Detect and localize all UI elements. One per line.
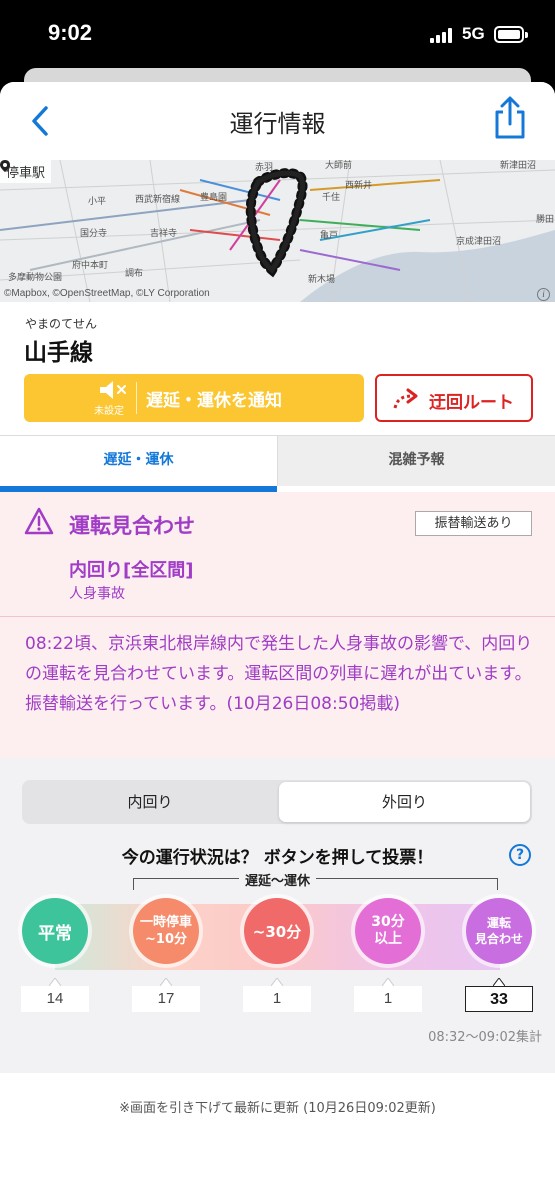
nav-bar: 運行情報 xyxy=(0,82,555,160)
tab-delay[interactable]: 遅延・運休 xyxy=(0,436,277,486)
transfer-badge: 振替輸送あり xyxy=(415,511,532,536)
vote-button-normal[interactable]: 平常 xyxy=(22,898,88,964)
line-header: やまのてせん 山手線 未設定 遅延・運休を通知 迂回ルート xyxy=(0,302,555,435)
map-place-label: 勝田 xyxy=(536,213,554,225)
vote-label: 運転 xyxy=(486,916,511,930)
alert-section: 内回り[全区間] xyxy=(69,560,194,581)
speaker-muted-icon xyxy=(100,381,126,399)
vote-button-temp-stop[interactable]: 一時停車 ~10分 xyxy=(133,898,199,964)
battery-icon xyxy=(494,26,528,43)
segment-inner-loop[interactable]: 内回り xyxy=(24,782,276,822)
tab-congestion[interactable]: 混雑予報 xyxy=(277,436,555,486)
caret-icon xyxy=(493,978,505,986)
notify-button[interactable]: 未設定 遅延・運休を通知 xyxy=(24,374,364,422)
page-title: 運行情報 xyxy=(229,110,326,138)
line-name: 山手線 xyxy=(24,340,93,366)
detour-route-button[interactable]: 迂回ルート xyxy=(375,374,533,422)
segment-outer-loop[interactable]: 外回り xyxy=(279,782,530,822)
footer: ※画面を引き下げて最新に更新 (10月26日09:02更新) xyxy=(0,1073,555,1200)
alert-cause: 人身事故 xyxy=(69,586,125,602)
alert-title: 運転見合わせ xyxy=(69,514,195,538)
detour-label: 迂回ルート xyxy=(429,393,514,413)
map-attribution: ©Mapbox, ©OpenStreetMap, ©LY Corporation xyxy=(4,288,210,299)
station-filter-text: 停車駅 xyxy=(6,166,46,181)
map-place-label: 府中本町 xyxy=(72,259,108,271)
divider xyxy=(0,616,555,617)
modal-sheet: 運行情報 赤羽 大師前 西新井 小平 西武新宿線 豊島園 千住 国分寺 吉祥寺 … xyxy=(0,82,555,1200)
vote-label: 一時停車 xyxy=(139,915,192,930)
range-label: 遅延〜運休 xyxy=(0,870,555,889)
caret-icon xyxy=(271,978,283,986)
vote-question: 今の運行状況は？ ボタンを押して投票！ xyxy=(121,848,434,868)
station-filter-label[interactable]: 停車駅 xyxy=(0,160,52,183)
map-place-label: 京成津田沼 xyxy=(456,235,501,247)
alert-body: 08:22頃、京浜東北根岸線内で発生した人身事故の影響で、内回りの運転を見合わせ… xyxy=(25,634,533,714)
map-place-label: 吉祥寺 xyxy=(150,227,177,239)
detour-arrow-icon xyxy=(393,388,418,409)
notify-status: 未設定 xyxy=(94,406,124,417)
map-place-label: 国分寺 xyxy=(80,228,107,239)
caret-icon xyxy=(382,978,394,986)
vote-button-30min[interactable]: ~30分 xyxy=(244,898,310,964)
vote-sublabel: 以上 xyxy=(373,931,402,947)
line-furigana: やまのてせん xyxy=(25,317,98,331)
location-pin-icon xyxy=(0,160,10,172)
signal-icon xyxy=(430,27,456,43)
vote-label: 平常 xyxy=(38,923,72,944)
vote-button-over-30min[interactable]: 30分 以上 xyxy=(355,898,421,964)
map-place-label: 小平 xyxy=(88,196,106,207)
map-place-label: 赤羽 xyxy=(255,162,273,173)
network-type: 5G xyxy=(462,24,485,43)
map-place-label: 新木場 xyxy=(308,273,335,285)
vote-count: 17 xyxy=(132,986,200,1012)
caret-icon xyxy=(160,978,172,986)
map-place-label: 西新井 xyxy=(345,179,372,191)
service-alert: 運転見合わせ 振替輸送あり 内回り[全区間] 人身事故 08:22頃、京浜東北根… xyxy=(0,492,555,758)
vote-button-suspended[interactable]: 運転 見合わせ xyxy=(466,898,532,964)
aggregation-period: 08:32〜09:02集計 xyxy=(428,1030,542,1045)
map-place-label: 西武新宿線 xyxy=(135,193,180,205)
vote-count: 1 xyxy=(354,986,422,1012)
map-place-label: 多摩動物公園 xyxy=(8,271,62,283)
map-place-label: 大師前 xyxy=(325,160,352,171)
map-place-label: 調布 xyxy=(125,267,143,279)
caret-icon xyxy=(49,978,61,986)
tab-bar: 遅延・運休 混雑予報 xyxy=(0,435,555,492)
map-place-label: 新津田沼 xyxy=(500,160,536,171)
map-place-label: 亀戸 xyxy=(320,229,338,241)
vote-count: 14 xyxy=(21,986,89,1012)
vote-label: 30分 xyxy=(371,914,405,930)
vote-label: ~30分 xyxy=(252,922,302,941)
refresh-note: ※画面を引き下げて最新に更新 (10月26日09:02更新) xyxy=(119,1101,436,1116)
notify-label: 遅延・運休を通知 xyxy=(146,391,282,411)
vote-sublabel: ~10分 xyxy=(145,932,187,947)
status-time: 9:02 xyxy=(48,20,93,45)
info-icon[interactable]: i xyxy=(537,288,550,301)
warning-icon xyxy=(24,507,54,535)
map-place-label: 豊島園 xyxy=(200,191,227,203)
vote-count: 33 xyxy=(465,986,533,1012)
vote-section: 内回り 外回り 今の運行状況は？ ボタンを押して投票！ ? 遅延〜運休 平常 一… xyxy=(0,768,555,1073)
share-icon xyxy=(495,96,525,139)
vote-sublabel: 見合わせ xyxy=(474,932,523,946)
share-button[interactable] xyxy=(492,96,528,140)
vote-count: 1 xyxy=(243,986,311,1012)
map-place-label: 千住 xyxy=(322,191,340,203)
help-icon[interactable]: ? xyxy=(509,844,531,866)
direction-segmented-control: 内回り 外回り xyxy=(22,780,532,824)
divider xyxy=(136,382,137,414)
map-graphic: 赤羽 大師前 西新井 小平 西武新宿線 豊島園 千住 国分寺 吉祥寺 亀戸 京成… xyxy=(0,160,555,302)
range-label-text: 遅延〜運休 xyxy=(238,874,316,889)
route-map[interactable]: 赤羽 大師前 西新井 小平 西武新宿線 豊島園 千住 国分寺 吉祥寺 亀戸 京成… xyxy=(0,160,555,302)
status-bar: 9:02 5G xyxy=(0,0,555,68)
